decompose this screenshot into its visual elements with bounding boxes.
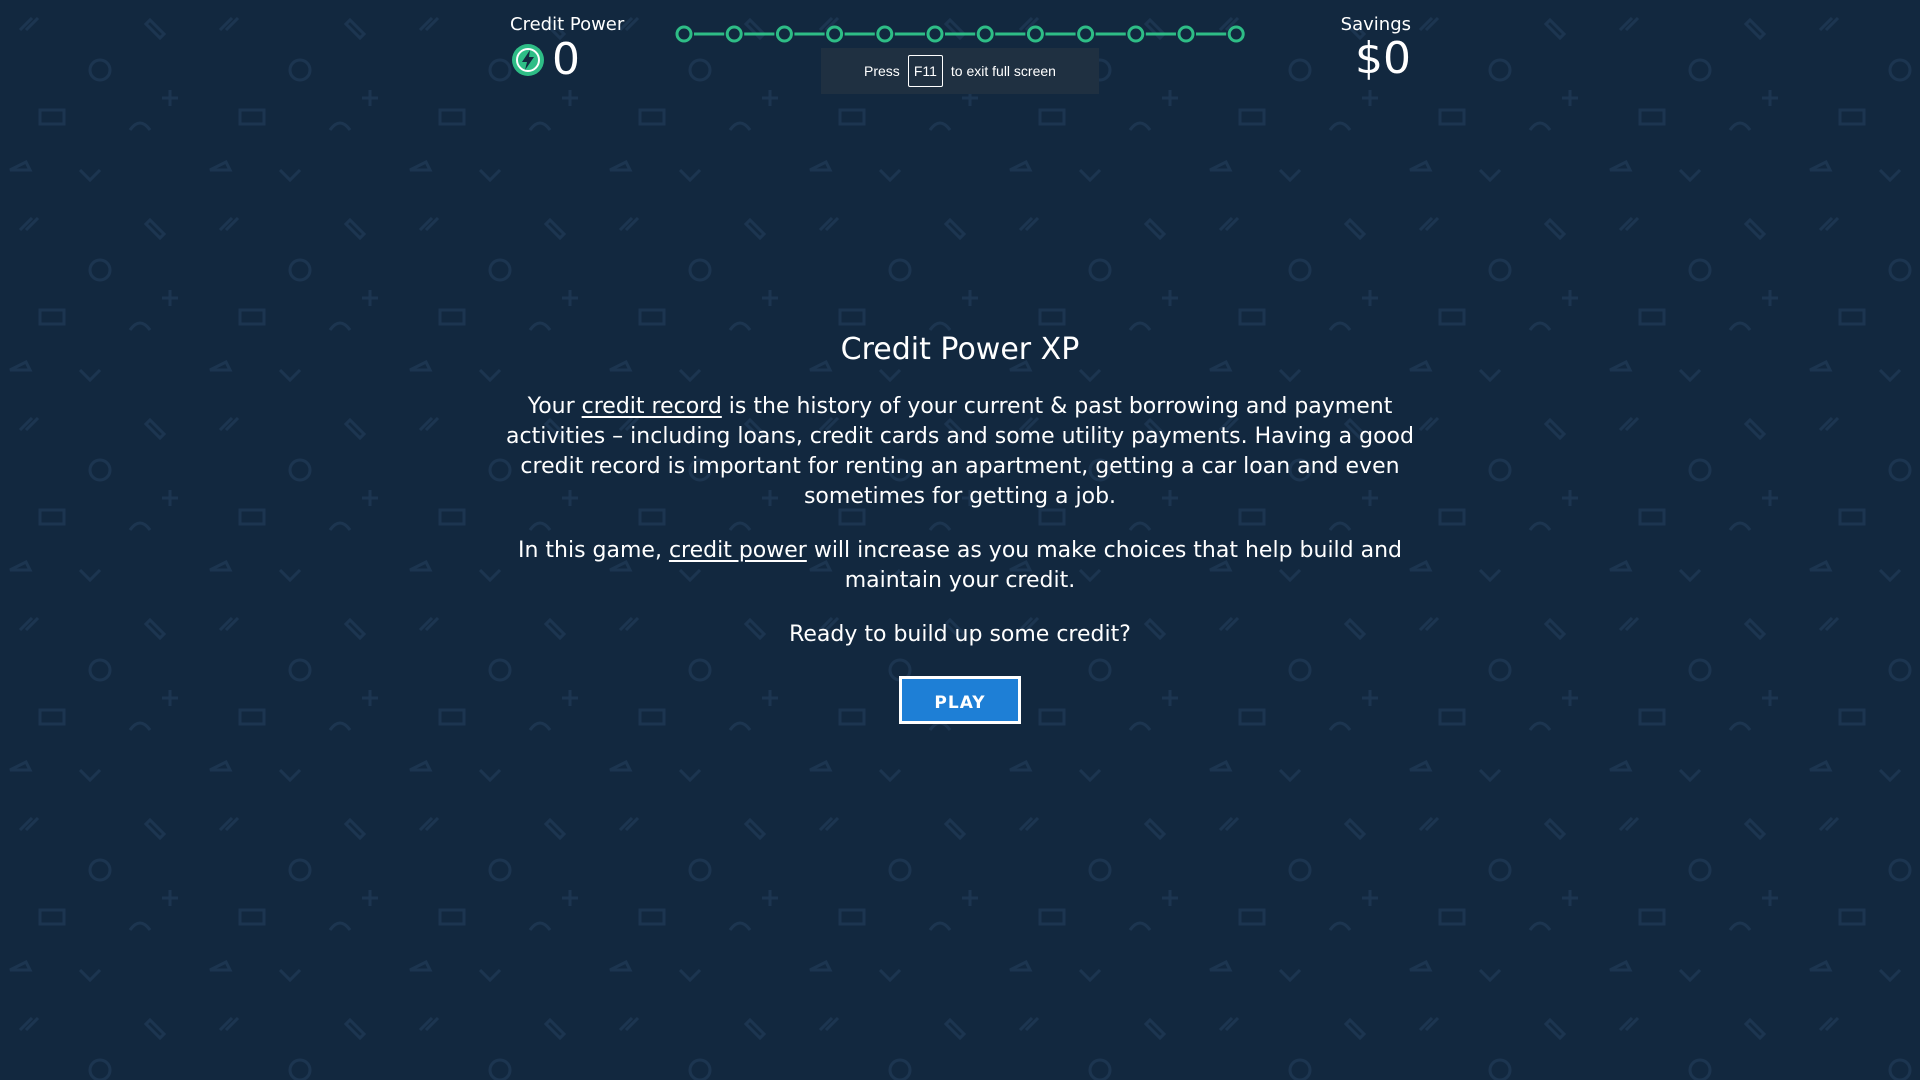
intro-paragraph-3: Ready to build up some credit? xyxy=(789,622,1131,647)
progress-step-node xyxy=(1177,25,1195,43)
intro-paragraph-1: Your credit record is the history of you… xyxy=(500,392,1420,512)
progress-step-node xyxy=(1127,25,1145,43)
progress-step-node xyxy=(876,25,894,43)
page-title: Credit Power XP xyxy=(840,332,1080,367)
progress-step-node xyxy=(1227,25,1245,43)
progress-step-node xyxy=(675,25,693,43)
intro-p2-before: In this game, xyxy=(517,538,669,563)
savings-meter: Savings $0 xyxy=(1341,14,1411,82)
credit-power-value: 0 xyxy=(552,34,580,85)
progress-step-node xyxy=(775,25,793,43)
credit-record-link[interactable]: credit record xyxy=(582,394,722,419)
credit-power-label: Credit Power xyxy=(510,14,625,35)
progress-step-node xyxy=(926,25,944,43)
intro-p1-before: Your xyxy=(527,394,582,419)
progress-step-node xyxy=(1077,25,1095,43)
f11-key-badge: F11 xyxy=(907,55,943,87)
intro-p2-after: will increase as you make choices that h… xyxy=(806,538,1403,593)
intro-paragraph-2: In this game, credit power will increase… xyxy=(500,536,1420,596)
intro-panel: Credit Power XP Your credit record is th… xyxy=(500,330,1420,724)
credit-power-meter: Credit Power 0 xyxy=(510,14,624,82)
lightning-bolt-icon xyxy=(512,44,544,76)
fullscreen-hint: Press F11 to exit full screen xyxy=(821,48,1099,94)
credit-power-link[interactable]: credit power xyxy=(669,538,807,563)
progress-step-node xyxy=(725,25,743,43)
play-button[interactable]: PLAY xyxy=(899,676,1021,724)
savings-value: $0 xyxy=(1355,33,1411,84)
progress-step-node xyxy=(826,25,844,43)
level-progress-track xyxy=(674,22,1246,46)
progress-step-node xyxy=(1026,25,1044,43)
hud-bar: Credit Power 0 Press F11 to exit full sc… xyxy=(0,0,1920,100)
credit-power-row: 0 xyxy=(510,38,624,82)
progress-step-node xyxy=(976,25,994,43)
fullscreen-hint-prefix: Press xyxy=(864,63,900,79)
fullscreen-hint-suffix: to exit full screen xyxy=(950,63,1056,79)
